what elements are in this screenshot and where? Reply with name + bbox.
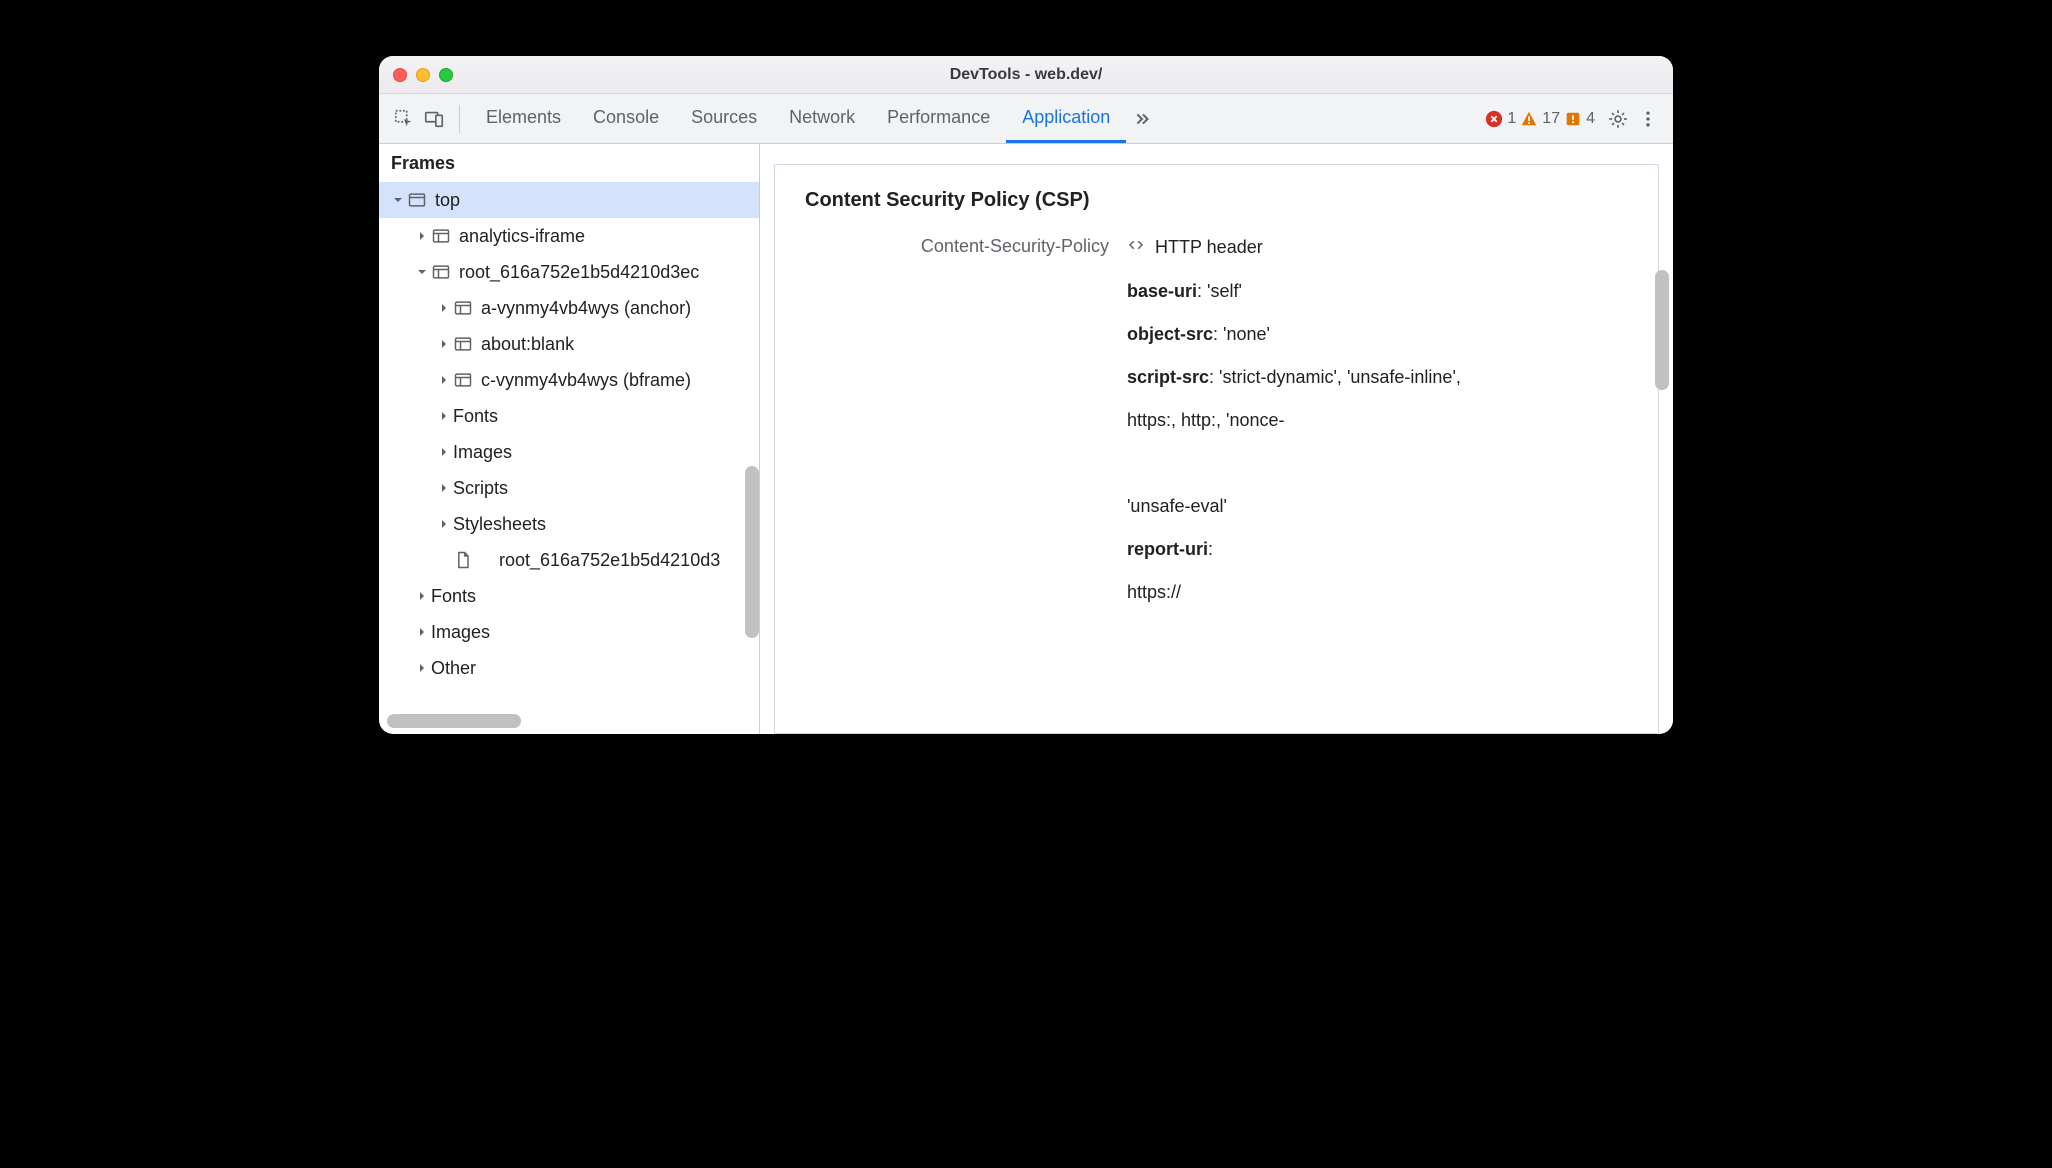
minimize-window-button[interactable] bbox=[416, 68, 430, 82]
warnings-count: 17 bbox=[1542, 110, 1560, 128]
frame-icon bbox=[431, 226, 451, 246]
disclosure-collapsed-icon[interactable] bbox=[415, 589, 429, 603]
tree-row[interactable]: Scripts bbox=[379, 470, 759, 506]
disclosure-expanded-icon[interactable] bbox=[391, 193, 405, 207]
disclosure-collapsed-icon[interactable] bbox=[437, 301, 451, 315]
disclosure-collapsed-icon[interactable] bbox=[437, 445, 451, 459]
field-value: HTTP header base-uri: 'self' object-src: … bbox=[1127, 236, 1628, 625]
tree-row[interactable]: about:blank bbox=[379, 326, 759, 362]
errors-badge[interactable]: 1 bbox=[1485, 110, 1516, 128]
frame-icon bbox=[431, 262, 451, 282]
section-title: Content Security Policy (CSP) bbox=[805, 189, 1628, 212]
tree-row[interactable]: Other bbox=[379, 650, 759, 686]
disclosure-collapsed-icon[interactable] bbox=[437, 409, 451, 423]
tree-label: Images bbox=[431, 622, 490, 643]
sidebar-horizontal-scrollbar-thumb[interactable] bbox=[387, 714, 521, 728]
tree-label: root_616a752e1b5d4210d3 bbox=[499, 550, 720, 571]
header-type: HTTP header bbox=[1155, 237, 1263, 258]
panel-tabs: Elements Console Sources Network Perform… bbox=[470, 94, 1158, 143]
tab-elements[interactable]: Elements bbox=[470, 94, 577, 143]
tree-label: root_616a752e1b5d4210d3ec bbox=[459, 262, 699, 283]
csp-section: Content Security Policy (CSP) Content-Se… bbox=[774, 164, 1659, 734]
csp-value-line bbox=[1127, 453, 1628, 474]
disclosure-collapsed-icon[interactable] bbox=[437, 481, 451, 495]
tree-row[interactable]: root_616a752e1b5d4210d3ec bbox=[379, 254, 759, 290]
tab-performance[interactable]: Performance bbox=[871, 94, 1006, 143]
code-tag-icon bbox=[1127, 236, 1145, 259]
frames-tree[interactable]: top analytics-iframe root_616a752e1b5d4210… bbox=[379, 182, 759, 710]
frame-icon bbox=[453, 370, 473, 390]
sidebar-vertical-scrollbar[interactable] bbox=[745, 466, 759, 638]
csp-directive: report-uri: bbox=[1127, 539, 1628, 560]
devtools-toolbar: Elements Console Sources Network Perform… bbox=[379, 94, 1673, 144]
settings-icon[interactable] bbox=[1603, 104, 1633, 134]
csp-directive: object-src: 'none' bbox=[1127, 324, 1628, 345]
details-vertical-scrollbar[interactable] bbox=[1655, 270, 1669, 390]
tree-label: Images bbox=[453, 442, 512, 463]
window-title: DevTools - web.dev/ bbox=[379, 66, 1673, 84]
tree-row[interactable]: top bbox=[379, 182, 759, 218]
content-area: Frames top analytics-iframe root_616a752e1… bbox=[379, 144, 1673, 734]
sidebar-horizontal-scrollbar[interactable] bbox=[387, 714, 751, 728]
tree-label: analytics-iframe bbox=[459, 226, 585, 247]
tree-row[interactable]: a-vynmy4vb4wys (anchor) bbox=[379, 290, 759, 326]
csp-value-line: 'unsafe-eval' bbox=[1127, 496, 1628, 517]
more-tabs-button[interactable] bbox=[1126, 94, 1158, 143]
tab-console[interactable]: Console bbox=[577, 94, 675, 143]
frame-icon bbox=[453, 334, 473, 354]
disclosure-collapsed-icon[interactable] bbox=[437, 517, 451, 531]
csp-value-line: https:, http:, 'nonce- bbox=[1127, 410, 1628, 431]
tree-label: a-vynmy4vb4wys (anchor) bbox=[481, 298, 691, 319]
errors-count: 1 bbox=[1507, 110, 1516, 128]
frame-icon bbox=[453, 298, 473, 318]
titlebar: DevTools - web.dev/ bbox=[379, 56, 1673, 94]
tree-label: Fonts bbox=[453, 406, 498, 427]
tab-network[interactable]: Network bbox=[773, 94, 871, 143]
sidebar-header: Frames bbox=[379, 144, 759, 182]
more-options-icon[interactable] bbox=[1633, 104, 1663, 134]
field-label: Content-Security-Policy bbox=[805, 236, 1127, 257]
tab-application[interactable]: Application bbox=[1006, 94, 1126, 143]
tree-label: Other bbox=[431, 658, 476, 679]
details-pane: Content Security Policy (CSP) Content-Se… bbox=[760, 144, 1673, 734]
inspect-element-icon[interactable] bbox=[389, 104, 419, 134]
devtools-window: DevTools - web.dev/ Elements Console Sou… bbox=[379, 56, 1673, 734]
issues-count: 4 bbox=[1586, 110, 1595, 128]
tree-row[interactable]: c-vynmy4vb4wys (bframe) bbox=[379, 362, 759, 398]
tree-row[interactable]: root_616a752e1b5d4210d3 bbox=[379, 542, 759, 578]
disclosure-collapsed-icon[interactable] bbox=[437, 337, 451, 351]
toolbar-separator bbox=[459, 105, 460, 133]
warnings-badge[interactable]: 17 bbox=[1520, 110, 1560, 128]
issues-badge[interactable]: 4 bbox=[1564, 110, 1595, 128]
disclosure-collapsed-icon[interactable] bbox=[437, 373, 451, 387]
window-icon bbox=[407, 190, 427, 210]
close-window-button[interactable] bbox=[393, 68, 407, 82]
status-badges[interactable]: 1 17 4 bbox=[1485, 110, 1595, 128]
tree-label: Stylesheets bbox=[453, 514, 546, 535]
tree-row[interactable]: Fonts bbox=[379, 578, 759, 614]
csp-directive: script-src: 'strict-dynamic', 'unsafe-in… bbox=[1127, 367, 1628, 388]
zoom-window-button[interactable] bbox=[439, 68, 453, 82]
tree-label: about:blank bbox=[481, 334, 574, 355]
traffic-lights bbox=[393, 68, 453, 82]
document-icon bbox=[453, 550, 473, 570]
tree-row[interactable]: Images bbox=[379, 614, 759, 650]
tree-label: Fonts bbox=[431, 586, 476, 607]
disclosure-expanded-icon[interactable] bbox=[415, 265, 429, 279]
disclosure-collapsed-icon[interactable] bbox=[415, 661, 429, 675]
tree-row[interactable]: Fonts bbox=[379, 398, 759, 434]
tree-row[interactable]: Images bbox=[379, 434, 759, 470]
frames-sidebar: Frames top analytics-iframe root_616a752e1… bbox=[379, 144, 760, 734]
tree-label: top bbox=[435, 190, 460, 211]
disclosure-collapsed-icon[interactable] bbox=[415, 229, 429, 243]
csp-directive: base-uri: 'self' bbox=[1127, 281, 1628, 302]
tree-row[interactable]: analytics-iframe bbox=[379, 218, 759, 254]
device-toolbar-icon[interactable] bbox=[419, 104, 449, 134]
csp-value-line: https:// bbox=[1127, 582, 1628, 603]
tab-sources[interactable]: Sources bbox=[675, 94, 773, 143]
tree-label: Scripts bbox=[453, 478, 508, 499]
tree-label: c-vynmy4vb4wys (bframe) bbox=[481, 370, 691, 391]
tree-row[interactable]: Stylesheets bbox=[379, 506, 759, 542]
disclosure-collapsed-icon[interactable] bbox=[415, 625, 429, 639]
